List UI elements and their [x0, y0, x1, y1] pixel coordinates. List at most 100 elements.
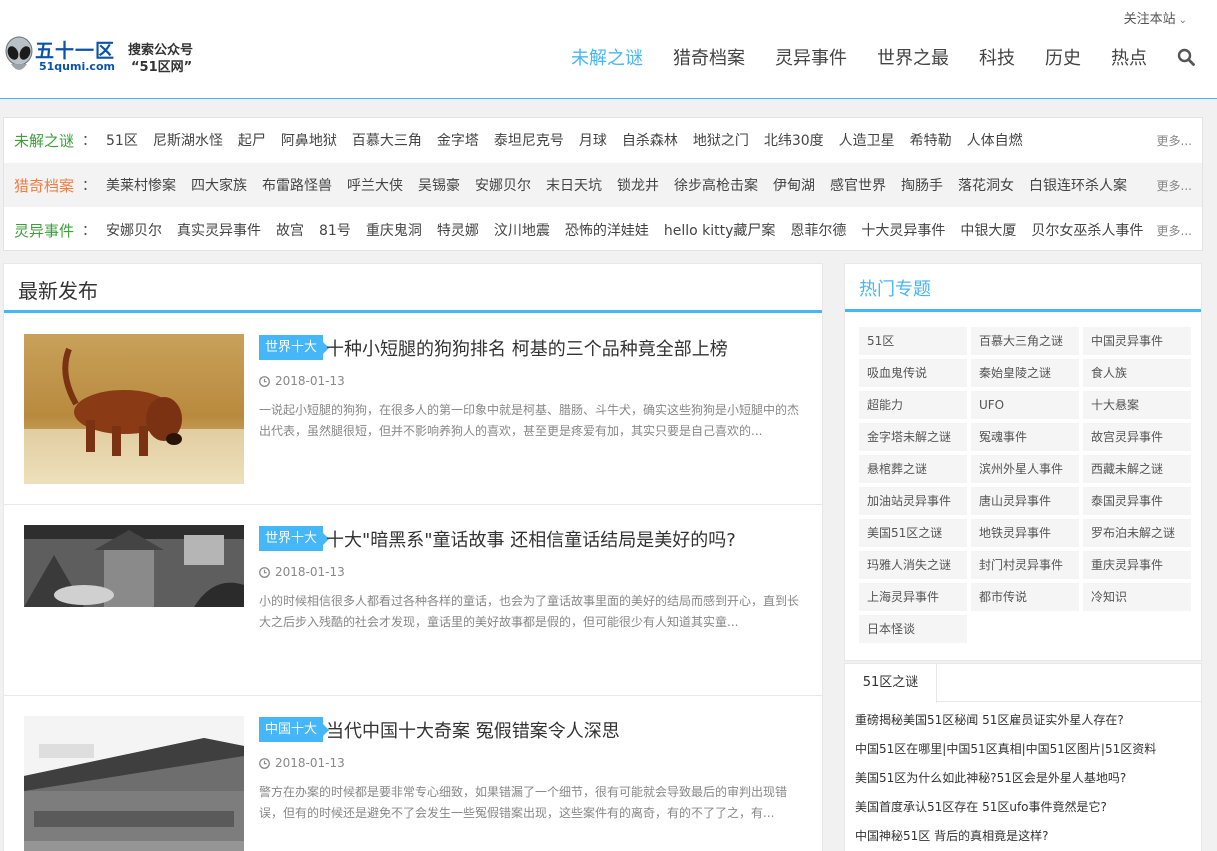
category-badge[interactable]: 世界十大 [259, 526, 330, 551]
topic-tag[interactable]: 西藏未解之谜 [1083, 455, 1191, 483]
tag-link[interactable]: 人造卫星 [839, 130, 895, 150]
topic-tag[interactable]: UFO [971, 391, 1079, 419]
post-thumbnail[interactable] [24, 716, 244, 851]
nav-item-redian[interactable]: 热点 [1111, 44, 1147, 70]
tag-link[interactable]: 北纬30度 [764, 130, 824, 150]
nav-item-lingyishijian[interactable]: 灵异事件 [775, 44, 847, 70]
tag-link[interactable]: 恐怖的洋娃娃 [565, 220, 649, 240]
topic-tag[interactable]: 金字塔未解之谜 [859, 423, 967, 451]
topic-tag[interactable]: 故宫灵异事件 [1083, 423, 1191, 451]
post-title[interactable]: 十大"暗黑系"童话故事 还相信童话结局是美好的吗? [326, 526, 736, 552]
follow-label[interactable]: 关注本站 [1124, 12, 1176, 27]
topic-tag[interactable]: 地铁灵异事件 [971, 519, 1079, 547]
category-badge[interactable]: 中国十大 [259, 717, 330, 742]
tag-link[interactable]: 81号 [319, 220, 351, 240]
tag-link[interactable]: 真实灵异事件 [177, 220, 261, 240]
tag-link[interactable]: 重庆鬼洞 [366, 220, 422, 240]
tag-link[interactable]: 中银大厦 [960, 220, 1016, 240]
topic-tag[interactable]: 食人族 [1083, 359, 1191, 387]
topic-tag[interactable]: 都市传说 [971, 583, 1079, 611]
topic-tag[interactable]: 51区 [859, 327, 967, 355]
post-title[interactable]: 当代中国十大奇案 冤假错案令人深思 [326, 717, 620, 743]
list-item[interactable]: 美国51区为什么如此神秘?51区会是外星人基地吗? [855, 769, 1156, 798]
topic-tag[interactable]: 美国51区之谜 [859, 519, 967, 547]
tag-row-category[interactable]: 猎奇档案 [4, 175, 82, 196]
more-link[interactable]: 更多... [1157, 222, 1192, 239]
topic-tag[interactable]: 吸血鬼传说 [859, 359, 967, 387]
topic-tag[interactable]: 封门村灵异事件 [971, 551, 1079, 579]
topic-tag[interactable]: 悬棺葬之谜 [859, 455, 967, 483]
tag-link[interactable]: 伊甸湖 [773, 175, 815, 195]
tag-link[interactable]: 贝尔女巫杀人事件 [1031, 220, 1143, 240]
topic-tag[interactable]: 罗布泊未解之谜 [1083, 519, 1191, 547]
tag-link[interactable]: 尼斯湖水怪 [153, 130, 223, 150]
tag-link[interactable]: 人体自燃 [967, 130, 1023, 150]
topic-tag[interactable]: 日本怪谈 [859, 615, 967, 643]
topic-tag[interactable]: 秦始皇陵之谜 [971, 359, 1079, 387]
tag-link[interactable]: 布雷路怪兽 [262, 175, 332, 195]
tag-link[interactable]: 泰坦尼克号 [494, 130, 564, 150]
dog-image[interactable] [24, 334, 244, 484]
tag-link[interactable]: 呼兰大侠 [347, 175, 403, 195]
topic-tag[interactable]: 泰国灵异事件 [1083, 487, 1191, 515]
topic-tag[interactable]: 玛雅人消失之谜 [859, 551, 967, 579]
tag-link[interactable]: 希特勒 [910, 130, 952, 150]
topic-tag[interactable]: 百慕大三角之谜 [971, 327, 1079, 355]
topic-tag[interactable]: 冷知识 [1083, 583, 1191, 611]
tag-link[interactable]: 故宫 [276, 220, 304, 240]
tag-link[interactable]: 自杀森林 [622, 130, 678, 150]
list-item[interactable]: 美国首度承认51区存在 51区ufo事件竟然是它? [855, 798, 1156, 827]
dark-illustration-image[interactable] [24, 525, 244, 607]
nav-item-keji[interactable]: 科技 [979, 44, 1015, 70]
topic-tag[interactable]: 中国灵异事件 [1083, 327, 1191, 355]
tag-link[interactable]: 美莱村惨案 [106, 175, 176, 195]
nav-item-lishi[interactable]: 历史 [1045, 44, 1081, 70]
topic-tag[interactable]: 重庆灵异事件 [1083, 551, 1191, 579]
building-image[interactable] [24, 716, 244, 851]
tag-link[interactable]: 51区 [106, 130, 138, 150]
site-logo[interactable]: 五十一区 51qumi.com 搜索公众号 “51区网” [5, 36, 200, 76]
tag-link[interactable]: 锁龙井 [617, 175, 659, 195]
tag-link[interactable]: 恩菲尔德 [790, 220, 846, 240]
search-icon[interactable] [1177, 48, 1195, 66]
tag-link[interactable]: 白银连环杀人案 [1029, 175, 1127, 195]
tag-link[interactable]: 四大家族 [191, 175, 247, 195]
tag-link[interactable]: 金字塔 [437, 130, 479, 150]
nav-item-lieqidangan[interactable]: 猎奇档案 [673, 44, 745, 70]
tag-link[interactable]: 掏肠手 [901, 175, 943, 195]
post-thumbnail[interactable] [24, 525, 244, 607]
tag-link[interactable]: hello kitty藏尸案 [664, 220, 776, 240]
tag-link[interactable]: 落花洞女 [958, 175, 1014, 195]
tag-link[interactable]: 安娜贝尔 [106, 220, 162, 240]
more-link[interactable]: 更多... [1157, 132, 1192, 149]
list-item[interactable]: 重磅揭秘美国51区秘闻 51区雇员证实外星人存在? [855, 711, 1156, 740]
tag-link[interactable]: 地狱之门 [693, 130, 749, 150]
tag-row-category[interactable]: 灵异事件 [4, 220, 82, 241]
list-item[interactable]: 中国51区在哪里|中国51区真相|中国51区图片|51区资料 [855, 740, 1156, 769]
topic-tag[interactable]: 上海灵异事件 [859, 583, 967, 611]
topic-tag[interactable]: 冤魂事件 [971, 423, 1079, 451]
tag-link[interactable]: 十大灵异事件 [861, 220, 945, 240]
topic-tag[interactable]: 唐山灵异事件 [971, 487, 1079, 515]
nav-item-shijiezhizui[interactable]: 世界之最 [877, 44, 949, 70]
post-title[interactable]: 十种小短腿的狗狗排名 柯基的三个品种竟全部上榜 [326, 335, 728, 361]
tag-link[interactable]: 百慕大三角 [352, 130, 422, 150]
follow-site-menu[interactable]: 关注本站 ⌄ [1124, 8, 1187, 27]
tag-link[interactable]: 吴锡豪 [418, 175, 460, 195]
topic-tag[interactable]: 超能力 [859, 391, 967, 419]
category-badge[interactable]: 世界十大 [259, 335, 330, 360]
tag-link[interactable]: 感官世界 [830, 175, 886, 195]
more-link[interactable]: 更多... [1157, 177, 1192, 194]
tag-link[interactable]: 月球 [579, 130, 607, 150]
tag-link[interactable]: 安娜贝尔 [475, 175, 531, 195]
topic-tag[interactable]: 加油站灵异事件 [859, 487, 967, 515]
tag-link[interactable]: 起尸 [238, 130, 266, 150]
topic-tag[interactable]: 十大悬案 [1083, 391, 1191, 419]
tag-link[interactable]: 特灵娜 [437, 220, 479, 240]
tag-link[interactable]: 汶川地震 [494, 220, 550, 240]
post-thumbnail[interactable] [24, 334, 244, 484]
nav-item-weijiezhimi[interactable]: 未解之谜 [571, 44, 643, 70]
tag-link[interactable]: 徐步高枪击案 [674, 175, 758, 195]
tab-area51[interactable]: 51区之谜 [845, 664, 937, 703]
list-item[interactable]: 中国神秘51区 背后的真相竟是这样? [855, 827, 1156, 851]
